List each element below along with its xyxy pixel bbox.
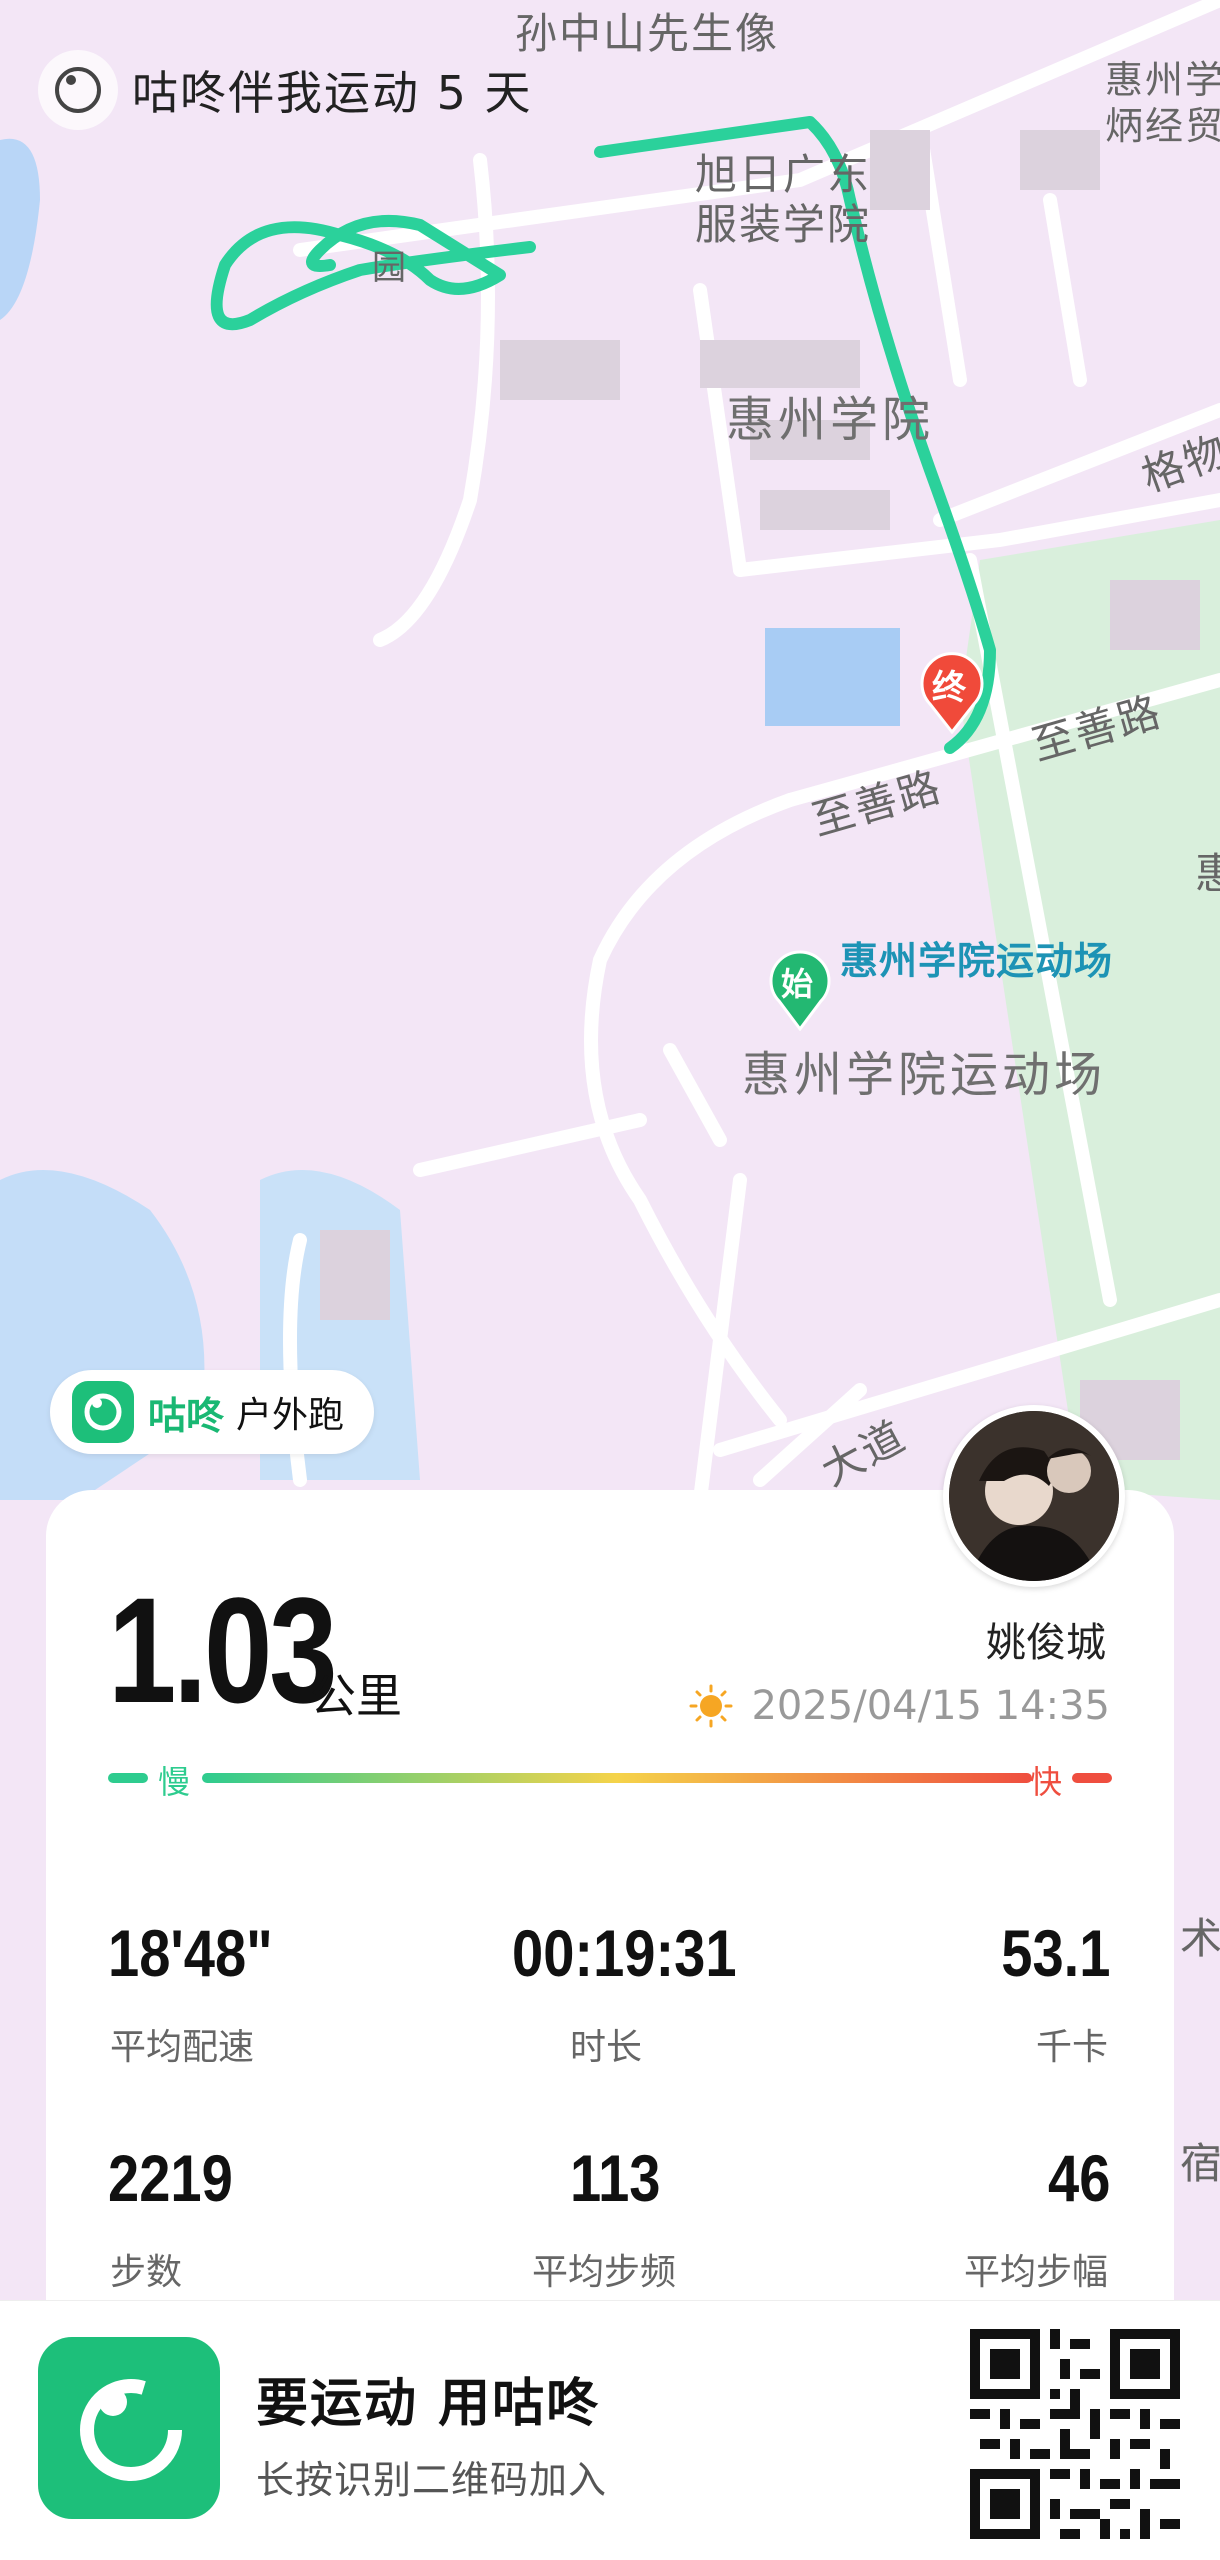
avatar[interactable] bbox=[943, 1405, 1125, 1587]
stat-cadence-value: 113 bbox=[570, 2141, 661, 2215]
brand-name: 咕咚 bbox=[148, 1393, 225, 1438]
datetime-text: 2025/04/15 14:35 bbox=[751, 1683, 1110, 1729]
qr-code-icon bbox=[970, 2329, 1180, 2539]
avatar-image bbox=[949, 1411, 1119, 1581]
activity-datetime: 2025/04/15 14:35 bbox=[689, 1683, 1110, 1729]
stat-stride-label: 平均步幅 bbox=[963, 2252, 1108, 2293]
end-pin-label: 终 bbox=[932, 668, 966, 708]
stat-cadence-label: 平均步频 bbox=[532, 2252, 677, 2293]
pace-slow-label: 慢 bbox=[158, 1763, 191, 1801]
share-footer: 要运动 用咕咚 长按识别二维码加入 bbox=[0, 2300, 1220, 2560]
map-label: 园 bbox=[372, 248, 408, 288]
user-name: 姚俊城 bbox=[986, 1620, 1106, 1666]
header-title: 咕咚伴我运动 5 天 bbox=[132, 66, 533, 120]
footer-hint: 长按识别二维码加入 bbox=[256, 2458, 608, 2502]
codoon-logo-icon bbox=[38, 50, 118, 130]
activity-type: 户外跑 bbox=[236, 1395, 345, 1436]
stat-avg-pace-value: 18'48" bbox=[108, 1916, 273, 1990]
stat-calories-label: 千卡 bbox=[1035, 2027, 1108, 2068]
pace-gradient-bar: 慢 快 bbox=[106, 1763, 1114, 1801]
pace-fast-label: 快 bbox=[1030, 1763, 1063, 1801]
map-label: 惠 bbox=[1195, 849, 1220, 898]
share-header: 咕咚伴我运动 5 天 bbox=[38, 50, 533, 130]
brand-chip: 咕咚 户外跑 bbox=[50, 1370, 375, 1454]
stat-stride-value: 46 bbox=[1047, 2141, 1110, 2215]
map-label: 惠州学 炳经贸 bbox=[1105, 58, 1220, 148]
stat-duration-value: 00:19:31 bbox=[512, 1916, 737, 1990]
qr-code[interactable] bbox=[970, 2329, 1180, 2539]
pond bbox=[765, 628, 900, 726]
stat-calories-value: 53.1 bbox=[1000, 1916, 1110, 1990]
codoon-app-icon bbox=[38, 2337, 220, 2519]
stat-avg-pace-label: 平均配速 bbox=[110, 2027, 255, 2068]
distance-unit: 公里 bbox=[310, 1669, 402, 1723]
map-label: 宿 bbox=[1180, 2139, 1220, 2188]
stat-duration-label: 时长 bbox=[570, 2027, 643, 2068]
map-label: 惠州学院运动场 bbox=[742, 1047, 1107, 1103]
distance-value: 1.03 bbox=[108, 1566, 338, 1734]
map-label: 孙中山先生像 bbox=[515, 9, 780, 58]
map-label: 惠州学院运动场 bbox=[840, 939, 1114, 983]
map-label: 惠州学院 bbox=[726, 392, 935, 448]
sun-icon bbox=[689, 1684, 733, 1728]
stat-steps-value: 2219 bbox=[108, 2141, 233, 2215]
map-label: 术 bbox=[1180, 1914, 1220, 1963]
footer-slogan: 要运动 用咕咚 bbox=[256, 2374, 601, 2434]
start-pin-label: 始 bbox=[781, 965, 814, 1003]
stat-steps-label: 步数 bbox=[110, 2252, 183, 2293]
codoon-app-icon bbox=[72, 1381, 134, 1443]
map-label: 旭日广东 服装学院 bbox=[695, 150, 872, 250]
